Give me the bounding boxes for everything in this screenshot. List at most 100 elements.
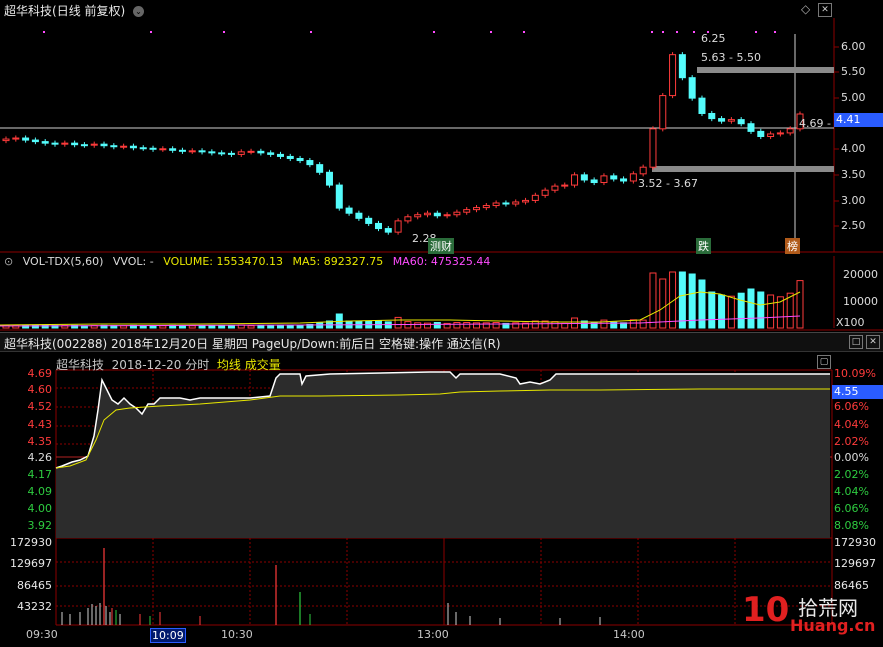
- intraday-bar-title: 超华科技(002288) 2018年12月20日 星期四 PageUp/Down…: [4, 337, 501, 351]
- volume-bar: [247, 325, 255, 329]
- candle-body: [2, 138, 10, 142]
- candle-body: [100, 143, 108, 147]
- volume-bar: [659, 278, 667, 329]
- price-tick: 4.26: [27, 451, 53, 464]
- candle-body: [90, 143, 98, 146]
- intraday-vol-label: 成交量: [244, 358, 281, 372]
- candle-body: [169, 148, 177, 151]
- candle-body: [571, 174, 579, 186]
- volume-bar: [708, 291, 716, 329]
- candle-body: [786, 128, 794, 134]
- kline-ytick: 3.50: [841, 168, 866, 181]
- close-icon[interactable]: ✕: [866, 335, 880, 349]
- candle-body: [120, 145, 128, 148]
- pct-tick: 4.04%: [834, 418, 869, 431]
- candle-body: [463, 209, 471, 213]
- vol-tick: 172930: [10, 536, 52, 549]
- volume-bar: [198, 325, 206, 329]
- volume-bar: [492, 322, 500, 329]
- volume-ytick: 10000: [843, 295, 878, 308]
- price-tick: 4.35: [27, 435, 53, 448]
- annotation-high: 6.25: [701, 32, 726, 45]
- candle-body: [492, 202, 500, 207]
- vol-volume: VOLUME: 1553470.13: [163, 255, 283, 268]
- candle-body: [227, 152, 235, 155]
- event-tag[interactable]: 跌: [696, 238, 711, 254]
- kline-ytick: 3.00: [841, 194, 866, 207]
- pct-tick: 2.02%: [834, 468, 869, 481]
- price-tick: 4.00: [27, 502, 53, 515]
- candle-body: [139, 147, 147, 150]
- candle-body: [71, 142, 79, 146]
- candle-body: [188, 150, 196, 153]
- candle-body: [218, 152, 226, 155]
- volume-bar: [316, 322, 324, 329]
- watermark-logo: 10 拾荒网 Huang.cn: [742, 590, 882, 642]
- volume-bar: [433, 322, 441, 329]
- candle-body: [267, 152, 275, 155]
- volume-bar: [188, 325, 196, 329]
- candle-body: [208, 151, 216, 154]
- candle-body: [590, 179, 598, 184]
- candle-body: [110, 145, 118, 148]
- time-tick-active[interactable]: 10:09: [150, 628, 186, 643]
- time-tick: 09:30: [26, 628, 58, 641]
- volume-bar: [276, 324, 284, 329]
- volume-ytick: 20000: [843, 268, 878, 281]
- volume-header: ⊙ VOL-TDX(5,60) VVOL: - VOLUME: 1553470.…: [4, 255, 496, 268]
- candle-body: [12, 137, 20, 140]
- volume-bar: [629, 319, 637, 329]
- volume-bar: [218, 325, 226, 329]
- volume-bar: [227, 325, 235, 329]
- volume-bar: [208, 325, 216, 329]
- collapse-icon[interactable]: ▢: [817, 355, 831, 369]
- candle-body: [443, 214, 451, 217]
- volume-bar: [757, 291, 765, 329]
- candle-body: [620, 178, 628, 182]
- pct-tick: 10.09%: [834, 367, 876, 380]
- candle-body: [41, 141, 49, 144]
- volume-bar: [551, 321, 559, 329]
- kline-ytick: 2.50: [841, 219, 866, 232]
- settings-icon[interactable]: ⊙: [4, 255, 13, 268]
- candle-body: [482, 205, 490, 209]
- kline-ytick: 6.00: [841, 40, 866, 53]
- time-tick: 10:30: [221, 628, 253, 641]
- pct-tick: 6.06%: [834, 502, 869, 515]
- candle-body: [522, 199, 530, 203]
- volume-bar: [286, 324, 294, 329]
- volume-bar: [767, 294, 775, 329]
- candle-body: [541, 189, 549, 196]
- candle-body: [669, 54, 677, 97]
- vol-tick-right: 172930: [834, 536, 876, 549]
- event-tag[interactable]: 测财: [428, 238, 454, 254]
- candle-body: [639, 166, 647, 175]
- volume-bar: [561, 322, 569, 329]
- candle-body: [600, 175, 608, 184]
- logo-domain: Huang.cn: [790, 616, 876, 635]
- maximize-icon[interactable]: □: [849, 335, 863, 349]
- intraday-avg-label: 均线: [216, 358, 241, 372]
- logo-number: 10: [742, 590, 790, 630]
- kline-ytick: 5.00: [841, 91, 866, 104]
- candle-body: [345, 207, 353, 214]
- intraday-subtitle: 超华科技 2018-12-20 分时 均线 成交量: [56, 356, 281, 373]
- candle-body: [433, 212, 441, 217]
- candle-body: [335, 184, 343, 209]
- volume-bar: [424, 322, 432, 329]
- candle-body: [51, 142, 59, 145]
- kline-candles: [2, 52, 804, 235]
- candle-body: [247, 150, 255, 153]
- price-tick: 4.60: [27, 383, 53, 396]
- volume-bar: [267, 324, 275, 329]
- event-tag[interactable]: 榜: [785, 238, 800, 254]
- candle-body: [718, 118, 726, 122]
- vol-indicator[interactable]: VOL-TDX(5,60): [23, 255, 104, 268]
- volume-bar: [678, 271, 686, 329]
- volume-bar: [178, 325, 186, 329]
- candle-body: [561, 184, 569, 187]
- candle-body: [365, 217, 373, 224]
- kline-ytick: 4.00: [841, 142, 866, 155]
- time-tick: 14:00: [613, 628, 645, 641]
- candle-body: [767, 133, 775, 137]
